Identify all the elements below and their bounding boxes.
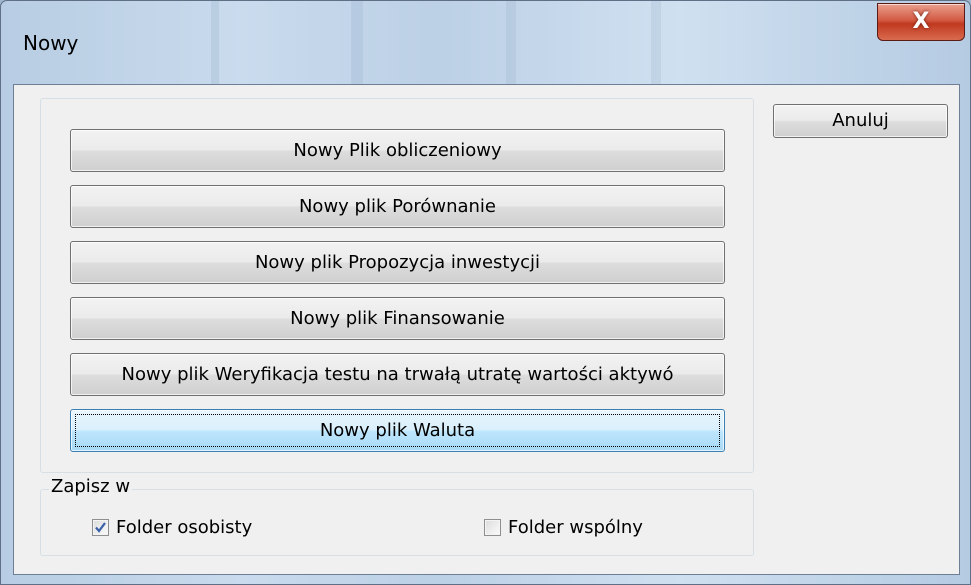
new-compare-file-button[interactable]: Nowy plik Porównanie <box>70 185 725 228</box>
cancel-button[interactable]: Anuluj <box>773 104 948 138</box>
title-bar[interactable]: Nowy X <box>1 1 970 85</box>
shared-folder-label: Folder wspólny <box>508 517 643 538</box>
button-label: Nowy plik Waluta <box>319 420 476 441</box>
save-in-legend: Zapisz w <box>49 476 133 497</box>
button-label: Nowy plik Propozycja inwestycji <box>254 252 541 273</box>
button-label: Nowy Plik obliczeniowy <box>293 140 502 161</box>
personal-folder-label: Folder osobisty <box>116 517 253 538</box>
checkbox-box[interactable] <box>484 519 501 536</box>
new-proposal-file-button[interactable]: Nowy plik Propozycja inwestycji <box>70 241 725 284</box>
new-impairment-file-button[interactable]: Nowy plik Weryfikacja testu na trwałą ut… <box>70 353 725 396</box>
dialog-window: Nowy X Nowy Plik obliczeniowy Nowy plik … <box>0 0 971 585</box>
button-label: Nowy plik Weryfikacja testu na trwałą ut… <box>121 364 674 385</box>
close-icon: X <box>912 9 930 34</box>
checkmark-icon <box>95 522 106 533</box>
shared-folder-checkbox[interactable]: Folder wspólny <box>484 517 643 538</box>
close-button[interactable]: X <box>877 3 965 41</box>
new-calc-file-button[interactable]: Nowy Plik obliczeniowy <box>70 129 725 172</box>
button-label: Nowy plik Finansowanie <box>290 308 505 329</box>
button-label: Anuluj <box>832 110 889 131</box>
new-financing-file-button[interactable]: Nowy plik Finansowanie <box>70 297 725 340</box>
window-title: Nowy <box>23 31 79 55</box>
personal-folder-checkbox[interactable]: Folder osobisty <box>92 517 252 538</box>
dialog-body: Nowy Plik obliczeniowy Nowy plik Porówna… <box>13 84 960 575</box>
checkbox-box[interactable] <box>92 519 109 536</box>
new-currency-file-button[interactable]: Nowy plik Waluta <box>70 409 725 452</box>
button-label: Nowy plik Porównanie <box>298 196 497 217</box>
